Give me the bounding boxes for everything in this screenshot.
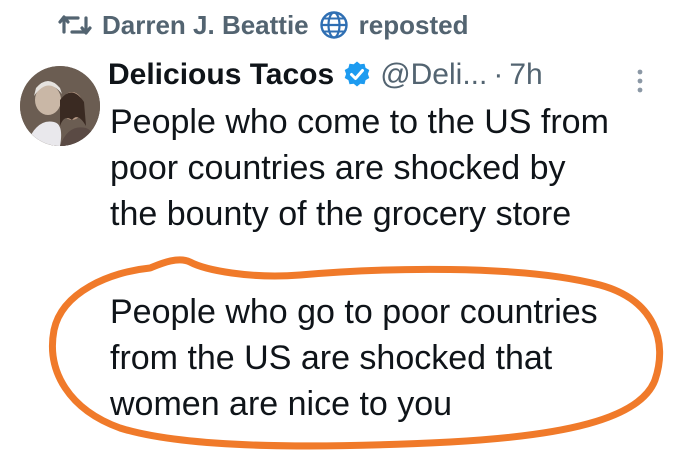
separator-dot: · (493, 58, 504, 91)
more-icon[interactable] (632, 64, 648, 98)
text-line: People who come to the US from (110, 103, 609, 141)
verified-icon (344, 61, 370, 87)
text-line: women are nice to you (110, 385, 453, 423)
text-line: poor countries are shocked by (110, 149, 566, 187)
tweet-header: Delicious Tacos @Deli... · 7h (108, 52, 543, 98)
text-line: from the US are shocked that (110, 339, 553, 377)
text-line: People who go to poor countries (110, 293, 598, 331)
repost-action: reposted (358, 9, 469, 40)
globe-icon (319, 11, 348, 39)
repost-context[interactable]: Darren J. Beattie reposted (58, 8, 468, 42)
author-name[interactable]: Delicious Tacos (108, 58, 334, 92)
timestamp[interactable]: 7h (509, 58, 542, 92)
avatar-image (20, 66, 100, 146)
repost-user[interactable]: Darren J. Beattie (102, 10, 309, 41)
tweet-paragraph-2: People who go to poor countries from the… (110, 289, 598, 427)
text-line: the bounty of the grocery store (110, 195, 572, 233)
author-handle[interactable]: @Deli... (380, 58, 487, 92)
repost-icon (58, 15, 92, 35)
avatar[interactable] (20, 66, 100, 146)
tweet-paragraph-1: People who come to the US from poor coun… (110, 99, 609, 237)
